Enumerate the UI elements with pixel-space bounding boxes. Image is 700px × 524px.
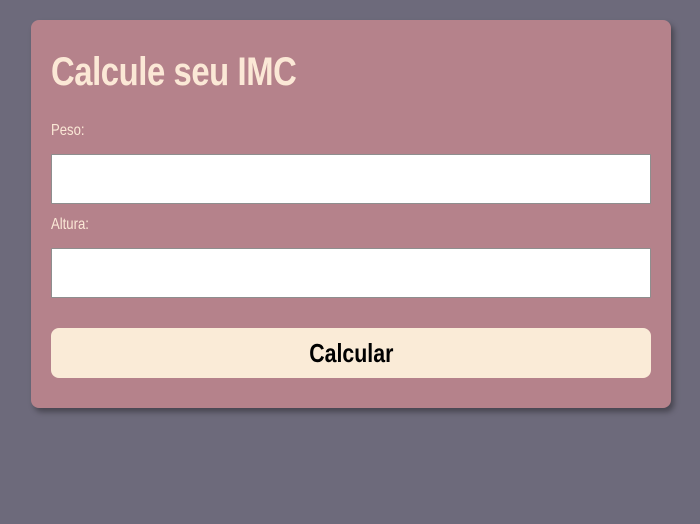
weight-label: Peso: [51,122,85,139]
weight-input[interactable] [51,154,651,204]
calculate-button-label: Calcular [308,337,394,368]
height-label: Altura: [51,216,89,233]
height-input[interactable] [51,248,651,298]
calculate-button[interactable]: Calcular [51,328,651,378]
bmi-calculator-card: Calcule seu IMC Peso: Altura: Calcular [31,20,671,408]
page-title: Calcule seu IMC [51,50,297,94]
